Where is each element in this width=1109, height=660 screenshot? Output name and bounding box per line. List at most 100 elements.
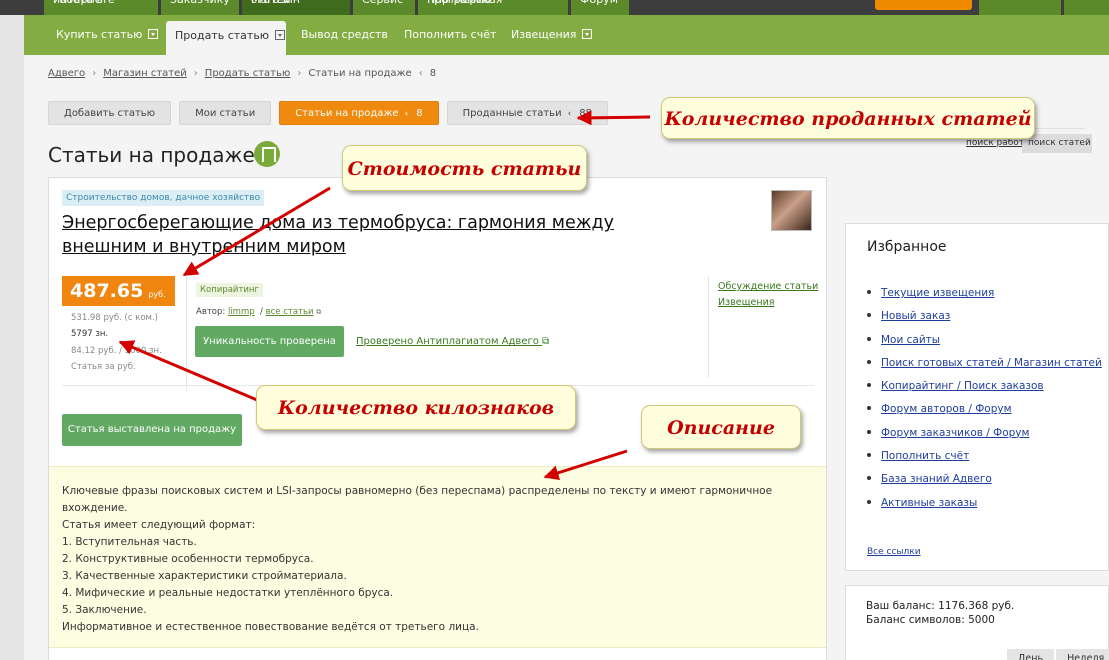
top-nav-item[interactable]: Заказчику bbox=[161, 0, 239, 15]
favorite-link[interactable]: Текущие извещения bbox=[881, 287, 994, 299]
top-nav-item[interactable]: Сервис bbox=[353, 0, 415, 15]
favorite-link[interactable]: Форум заказчиков / Форум bbox=[881, 427, 1029, 439]
nav-withdraw[interactable]: Вывод средств bbox=[301, 15, 388, 55]
article-description: Ключевые фразы поисковых систем и LSI-за… bbox=[49, 466, 826, 648]
price-badge: 487.65 руб. bbox=[62, 276, 175, 306]
favorite-link[interactable]: Новый заказ bbox=[881, 310, 950, 322]
breadcrumb-separator: › bbox=[92, 68, 97, 79]
left-gutter bbox=[0, 15, 24, 660]
on-sale-button[interactable]: Статья выставлена на продажу bbox=[62, 414, 242, 446]
chevron-down-icon[interactable] bbox=[275, 30, 286, 40]
article-tabs: Добавить статью Мои статьи Статьи на про… bbox=[48, 101, 616, 125]
breadcrumb-separator: › bbox=[297, 68, 302, 79]
support-link[interactable] bbox=[979, 0, 1061, 15]
nav-buy-label: Купить статью bbox=[56, 28, 143, 41]
breadcrumb: Адвего › Магазин статей › Продать статью › Ста… bbox=[48, 68, 436, 79]
breadcrumb-separator: ‹ bbox=[418, 68, 423, 79]
bullet-icon bbox=[867, 313, 871, 318]
tab-week[interactable]: Неделя bbox=[1056, 649, 1109, 660]
description-line: 3. Качественные характеристики строймате… bbox=[62, 570, 347, 582]
bullet-icon bbox=[867, 453, 871, 458]
favorites-title: Избранное bbox=[867, 239, 947, 255]
divider bbox=[708, 276, 709, 378]
callout-sold-count: Количество проданных статей bbox=[661, 97, 1035, 139]
chevron-down-icon[interactable] bbox=[582, 29, 593, 39]
list-item: Текущие извещения bbox=[867, 282, 1102, 305]
author-link[interactable]: limmp bbox=[228, 307, 255, 317]
breadcrumb-separator: › bbox=[193, 68, 198, 79]
discussion-link[interactable]: Обсуждение статьи bbox=[718, 279, 818, 295]
favorite-link[interactable]: Поиск готовых статей / Магазин статей bbox=[881, 357, 1102, 369]
tab-add-article[interactable]: Добавить статью bbox=[48, 101, 172, 125]
favorite-link[interactable]: База знаний Адвего bbox=[881, 473, 992, 485]
bookmark-icon[interactable] bbox=[254, 141, 280, 167]
price-unit: руб. bbox=[148, 290, 166, 299]
tab-sold-label: Проданные статьи bbox=[462, 108, 562, 119]
nav-topup[interactable]: Пополнить счёт bbox=[404, 15, 496, 55]
help-link[interactable] bbox=[1064, 0, 1109, 15]
uniqueness-checked-button[interactable]: Уникальность проверена bbox=[195, 326, 344, 357]
all-articles-link[interactable]: все статьи bbox=[266, 307, 314, 317]
bullet-icon bbox=[867, 429, 871, 434]
bullet-icon bbox=[867, 383, 871, 388]
top-nav-item[interactable]: Форум bbox=[571, 0, 629, 15]
all-links-link[interactable]: Все ссылки bbox=[867, 547, 921, 557]
description-line: 5. Заключение. bbox=[62, 604, 147, 616]
nav-buy-article[interactable]: Купить статью bbox=[56, 15, 159, 55]
description-line: 1. Вступительная часть. bbox=[62, 536, 197, 548]
breadcrumb-link[interactable]: Адвего bbox=[48, 68, 85, 79]
bullet-icon bbox=[867, 499, 871, 504]
nav-notifications[interactable]: Извещения bbox=[511, 15, 593, 55]
top-right-nav bbox=[979, 0, 1109, 15]
nav-sell-label: Продать статью bbox=[175, 29, 270, 42]
description-line: Ключевые фразы поисковых систем и LSI-за… bbox=[62, 485, 773, 514]
favorite-link[interactable]: Пополнить счёт bbox=[881, 450, 969, 462]
tab-day[interactable]: День bbox=[1007, 649, 1055, 660]
chevron-down-icon[interactable] bbox=[148, 29, 159, 39]
chevron-left-icon: ‹ bbox=[404, 109, 409, 119]
divider bbox=[186, 276, 187, 391]
top-nav-item[interactable]: Работа в интернете bbox=[44, 0, 158, 15]
breadcrumb-link[interactable]: Продать статью bbox=[205, 68, 291, 79]
chevron-left-icon: ‹ bbox=[567, 109, 572, 119]
char-count: 5797 зн. bbox=[71, 329, 109, 339]
section-nav: Купить статью Продать статью Вывод средс… bbox=[24, 15, 1109, 55]
price-with-commission: 531.98 руб. (с ком.) bbox=[71, 313, 158, 323]
list-item: Активные заказы bbox=[867, 492, 1102, 515]
favorites-list: Текущие извещения Новый заказ Мои сайты … bbox=[867, 282, 1102, 515]
nav-sell-article[interactable]: Продать статью bbox=[166, 21, 286, 55]
period-tabs: День Неделя bbox=[1007, 649, 1109, 660]
tab-sold[interactable]: Проданные статьи ‹ 88 bbox=[446, 101, 608, 125]
breadcrumb-link[interactable]: Магазин статей bbox=[103, 68, 187, 79]
list-item: Форум заказчиков / Форум bbox=[867, 422, 1102, 445]
description-line: 2. Конструктивные особенности термобруса… bbox=[62, 553, 314, 565]
author-label: Автор: bbox=[196, 307, 226, 317]
balance-chars: Баланс символов: 5000 bbox=[866, 614, 995, 626]
bullet-icon bbox=[867, 359, 871, 364]
antiplagiat-link[interactable]: Проверено Антиплагиатом Адвего ⧉ bbox=[356, 336, 549, 347]
price-per-1000: 84.12 руб. / 1000 зн. bbox=[71, 346, 162, 356]
callout-price: Стоимость статьи bbox=[342, 145, 587, 191]
orange-action-button[interactable] bbox=[875, 0, 972, 10]
bullet-icon bbox=[867, 336, 871, 341]
breadcrumb-count: 8 bbox=[429, 68, 437, 79]
notifications-link[interactable]: Извещения bbox=[718, 295, 818, 311]
top-nav-item[interactable]: Партнерская программа bbox=[418, 0, 568, 15]
top-nav-item-active[interactable]: Магазин статей bbox=[242, 0, 350, 15]
avatar[interactable] bbox=[771, 190, 812, 231]
page: Работа в интернете Заказчику Магазин ста… bbox=[0, 0, 1109, 660]
tab-on-sale-label: Статьи на продаже bbox=[295, 108, 399, 119]
favorite-link[interactable]: Копирайтинг / Поиск заказов bbox=[881, 380, 1044, 392]
tab-my-articles[interactable]: Мои статьи bbox=[179, 101, 272, 125]
favorite-link[interactable]: Активные заказы bbox=[881, 497, 977, 509]
category-tag[interactable]: Строительство домов, дачное хозяйство bbox=[62, 190, 265, 206]
favorite-link[interactable]: Мои сайты bbox=[881, 334, 940, 346]
favorite-link[interactable]: Форум авторов / Форум bbox=[881, 403, 1012, 415]
callout-chars: Количество килознаков bbox=[256, 385, 576, 430]
article-type-tag: Копирайтинг bbox=[196, 283, 263, 297]
search-articles-link[interactable]: поиск статей bbox=[1022, 134, 1092, 153]
article-title[interactable]: Энергосберегающие дома из термобруса: га… bbox=[62, 211, 652, 259]
article-side-links: Обсуждение статьи Извещения bbox=[718, 279, 818, 311]
tab-on-sale[interactable]: Статьи на продаже ‹ 8 bbox=[279, 101, 439, 125]
list-item: Копирайтинг / Поиск заказов bbox=[867, 375, 1102, 398]
